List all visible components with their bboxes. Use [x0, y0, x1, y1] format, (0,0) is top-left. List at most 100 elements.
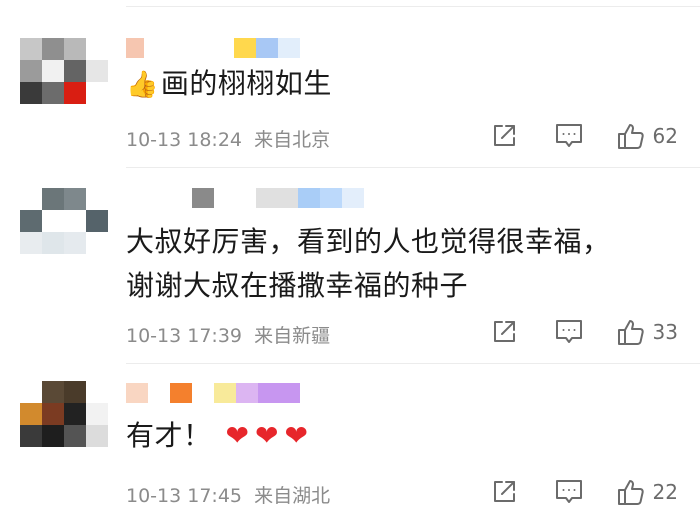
- location: 来自北京: [254, 129, 331, 151]
- comment-meta: 10-13 18:24 来自北京: [126, 125, 330, 152]
- comment-actions: 22: [491, 478, 678, 506]
- name-block: [258, 383, 300, 403]
- timestamp: 10-13 18:24: [126, 129, 243, 151]
- name-block: [148, 383, 170, 403]
- avatar-pixel: [42, 381, 64, 403]
- comment-text-line: 大叔好厉害，看到的人也觉得很幸福，: [126, 225, 611, 258]
- avatar-pixel: [64, 425, 86, 447]
- avatar-pixel: [86, 82, 108, 104]
- comment-button[interactable]: [555, 319, 583, 345]
- name-block: [236, 383, 258, 403]
- avatar-pixel: [64, 381, 86, 403]
- avatar-pixel: [20, 82, 42, 104]
- name-block: [192, 188, 214, 208]
- avatar-pixel: [86, 38, 108, 60]
- username-blurred[interactable]: [126, 38, 300, 58]
- avatar-pixel: [86, 60, 108, 82]
- avatar-pixel: [42, 210, 64, 232]
- avatar-pixel: [42, 38, 64, 60]
- avatar-pixel: [42, 60, 64, 82]
- avatar-pixel: [42, 403, 64, 425]
- share-icon: [493, 321, 515, 342]
- timestamp: 10-13 17:39: [126, 325, 243, 347]
- username-blurred[interactable]: [126, 188, 364, 208]
- avatar-pixel: [20, 38, 42, 60]
- like-button[interactable]: 62: [617, 122, 678, 150]
- avatar-pixel: [42, 82, 64, 104]
- avatar-pixel: [86, 188, 108, 210]
- comment-text-line: 谢谢大叔在播撒幸福的种子: [126, 269, 469, 302]
- comment-icon: [555, 480, 582, 503]
- avatar[interactable]: [20, 38, 108, 104]
- top-divider: [126, 6, 700, 7]
- heart-emoji-icon: ❤❤❤: [225, 419, 314, 452]
- avatar-pixel: [64, 232, 86, 254]
- username-blurred[interactable]: [126, 383, 300, 403]
- avatar-pixel: [20, 381, 42, 403]
- avatar-pixel: [42, 188, 64, 210]
- avatar-pixel: [86, 425, 108, 447]
- comment-actions: 62: [491, 122, 678, 150]
- location: 来自湖北: [254, 485, 331, 507]
- name-block: [320, 188, 342, 208]
- avatar-pixel: [20, 210, 42, 232]
- avatar-pixel: [20, 425, 42, 447]
- avatar-pixel: [20, 403, 42, 425]
- avatar-pixel: [20, 188, 42, 210]
- name-block: [214, 188, 256, 208]
- comment-meta: 10-13 17:45 来自湖北: [126, 481, 330, 508]
- share-icon: [493, 481, 515, 502]
- share-button[interactable]: [491, 479, 517, 505]
- avatar-pixel: [20, 60, 42, 82]
- name-block: [298, 188, 320, 208]
- like-button[interactable]: 22: [617, 478, 678, 506]
- avatar-pixel: [64, 188, 86, 210]
- name-block: [126, 383, 148, 403]
- avatar-pixel: [42, 425, 64, 447]
- avatar-pixel: [20, 232, 42, 254]
- name-block: [214, 383, 236, 403]
- avatar-pixel: [64, 60, 86, 82]
- name-block: [126, 38, 144, 58]
- name-block: [192, 383, 214, 403]
- avatar[interactable]: [20, 381, 108, 447]
- name-block: [170, 383, 192, 403]
- name-block: [278, 38, 300, 58]
- avatar-pixel: [86, 403, 108, 425]
- location: 来自新疆: [254, 325, 331, 347]
- comment-button[interactable]: [555, 123, 583, 149]
- avatar-pixel: [64, 210, 86, 232]
- avatar-pixel: [64, 38, 86, 60]
- like-icon: [617, 124, 644, 149]
- comment-actions: 33: [491, 318, 678, 346]
- timestamp: 10-13 17:45: [126, 485, 243, 507]
- avatar-pixel: [86, 232, 108, 254]
- comment-divider: [126, 167, 700, 168]
- like-icon: [617, 320, 644, 345]
- name-block: [256, 38, 278, 58]
- comment-icon: [555, 320, 582, 343]
- avatar-pixel: [86, 381, 108, 403]
- share-button[interactable]: [491, 319, 517, 345]
- name-block: [342, 188, 364, 208]
- comment-text: 大叔好厉害，看到的人也觉得很幸福， 谢谢大叔在播撒幸福的种子: [126, 220, 680, 308]
- avatar[interactable]: [20, 188, 108, 254]
- comment-text-content: 有才！: [126, 419, 212, 452]
- like-count: 62: [652, 124, 678, 148]
- comment-icon: [555, 124, 582, 147]
- like-count: 22: [652, 480, 678, 504]
- thumbs-up-emoji-icon: 👍: [126, 70, 159, 100]
- like-button[interactable]: 33: [617, 318, 678, 346]
- comment-divider: [126, 363, 700, 364]
- comment-text: 有才！ ❤❤❤: [126, 414, 680, 458]
- name-block: [126, 188, 192, 208]
- name-block: [144, 38, 234, 58]
- comment-button[interactable]: [555, 479, 583, 505]
- name-block: [234, 38, 256, 58]
- avatar-pixel: [64, 403, 86, 425]
- share-button[interactable]: [491, 123, 517, 149]
- comment-meta: 10-13 17:39 来自新疆: [126, 321, 330, 348]
- like-count: 33: [652, 320, 678, 344]
- avatar-pixel: [86, 210, 108, 232]
- avatar-pixel: [42, 232, 64, 254]
